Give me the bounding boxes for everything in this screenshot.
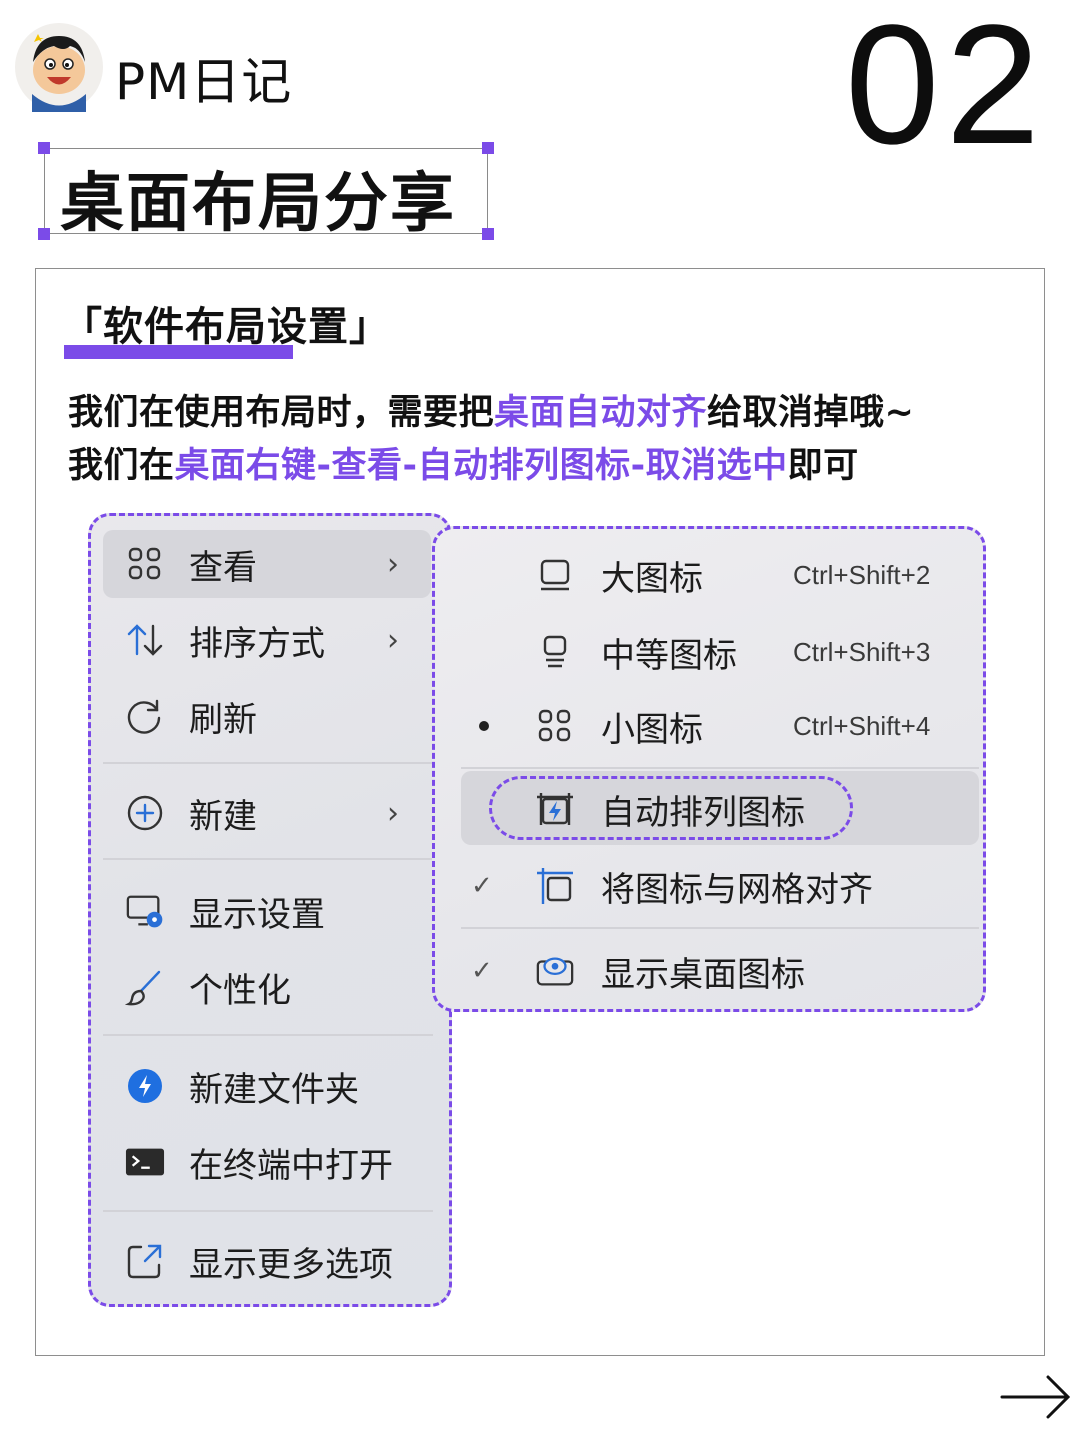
menu-item-open-terminal[interactable]: 在终端中打开 — [91, 1127, 449, 1197]
shortcut-text: Ctrl+Shift+2 — [793, 559, 931, 590]
selected-dot-icon — [479, 721, 489, 731]
grid-icon — [125, 544, 165, 584]
menu-item-label: 刷新 — [189, 699, 257, 740]
check-icon: ✓ — [471, 871, 493, 901]
text-segment: 我们在使用布局时，需要把 — [68, 393, 495, 433]
section-title: 「软件布局设置」 — [62, 304, 390, 350]
frame-handle — [482, 228, 494, 240]
arrow-right-icon[interactable] — [1000, 1372, 1072, 1422]
shortcut-text: Ctrl+Shift+3 — [793, 636, 931, 667]
submenu-item-label: 中等图标 — [601, 635, 737, 676]
menu-divider — [461, 767, 979, 769]
menu-item-label: 显示更多选项 — [189, 1244, 393, 1285]
show-desktop-icon — [535, 951, 575, 991]
menu-item-label: 在终端中打开 — [189, 1145, 393, 1186]
menu-item-new-folder[interactable]: 新建文件夹 — [91, 1051, 449, 1121]
terminal-icon — [125, 1142, 165, 1182]
medium-icon-icon — [535, 632, 575, 672]
submenu-item-label: 将图标与网格对齐 — [601, 869, 873, 910]
open-external-icon — [125, 1241, 165, 1281]
menu-item-label: 新建 — [189, 796, 257, 837]
menu-item-new[interactable]: 新建 › — [91, 778, 449, 848]
submenu-item-label: 小图标 — [601, 709, 703, 750]
page-number: 02 — [845, 0, 1047, 180]
highlight-text: 桌面右键-查看-自动排列图标-取消选中 — [174, 446, 788, 486]
instruction-line-2: 我们在桌面右键-查看-自动排列图标-取消选中即可 — [68, 449, 859, 484]
instruction-line-1: 我们在使用布局时，需要把桌面自动对齐给取消掉哦~ — [68, 396, 914, 431]
check-icon: ✓ — [471, 956, 493, 986]
text-segment: 我们在 — [68, 446, 175, 486]
text-segment: 给取消掉哦~ — [707, 393, 915, 433]
avatar — [15, 23, 103, 112]
submenu-item-auto-arrange[interactable]: 自动排列图标 — [435, 774, 983, 844]
menu-item-view[interactable]: 查看 › — [91, 529, 449, 599]
submenu-item-label: 大图标 — [601, 558, 703, 599]
plus-circle-icon — [125, 793, 165, 833]
menu-item-label: 新建文件夹 — [189, 1069, 359, 1110]
auto-arrange-icon — [535, 789, 575, 829]
refresh-icon — [125, 696, 165, 736]
chevron-right-icon: › — [387, 795, 399, 831]
submenu-item-large-icons[interactable]: 大图标 Ctrl+Shift+2 — [435, 540, 983, 610]
display-settings-icon — [125, 891, 165, 931]
menu-item-label: 排序方式 — [189, 623, 325, 664]
menu-divider — [103, 1034, 433, 1036]
sort-icon — [125, 620, 165, 660]
chevron-right-icon: › — [387, 622, 399, 658]
submenu-item-small-icons[interactable]: 小图标 Ctrl+Shift+4 — [435, 691, 983, 761]
submenu-item-label: 自动排列图标 — [601, 792, 805, 833]
menu-item-label: 个性化 — [189, 970, 291, 1011]
submenu-item-align-grid[interactable]: ✓ 将图标与网格对齐 — [435, 851, 983, 921]
menu-divider — [103, 762, 433, 764]
page-title: 桌面布局分享 — [60, 167, 456, 241]
menu-item-display-settings[interactable]: 显示设置 — [91, 876, 449, 946]
submenu-item-show-desktop-icons[interactable]: ✓ 显示桌面图标 — [435, 936, 983, 1006]
small-icons-icon — [535, 706, 575, 746]
brand-name: PM日记 — [115, 53, 293, 111]
highlight-text: 桌面自动对齐 — [494, 393, 708, 433]
text-segment: 即可 — [787, 446, 859, 486]
menu-item-personalize[interactable]: 个性化 — [91, 952, 449, 1022]
menu-divider — [461, 927, 979, 929]
menu-item-refresh[interactable]: 刷新 — [91, 681, 449, 751]
brush-icon — [125, 967, 165, 1007]
frame-handle — [482, 142, 494, 154]
align-grid-icon — [535, 866, 575, 906]
large-icon-icon — [535, 555, 575, 595]
menu-divider — [103, 858, 433, 860]
menu-item-label: 查看 — [189, 547, 257, 588]
submenu-item-label: 显示桌面图标 — [601, 954, 805, 995]
frame-handle — [38, 142, 50, 154]
menu-item-more-options[interactable]: 显示更多选项 — [91, 1226, 449, 1296]
desktop-context-menu: 查看 › 排序方式 › 刷新 新建 › 显示设置 个性化 新建文件夹 在终端中打… — [88, 513, 452, 1307]
menu-item-sort[interactable]: 排序方式 › — [91, 605, 449, 675]
frame-handle — [38, 228, 50, 240]
menu-item-label: 显示设置 — [189, 894, 325, 935]
shortcut-text: Ctrl+Shift+4 — [793, 710, 931, 741]
lightning-circle-icon — [125, 1066, 165, 1106]
chevron-right-icon: › — [387, 546, 399, 582]
submenu-item-medium-icons[interactable]: 中等图标 Ctrl+Shift+3 — [435, 617, 983, 687]
menu-divider — [103, 1210, 433, 1212]
view-submenu: 大图标 Ctrl+Shift+2 中等图标 Ctrl+Shift+3 小图标 C… — [432, 526, 986, 1012]
